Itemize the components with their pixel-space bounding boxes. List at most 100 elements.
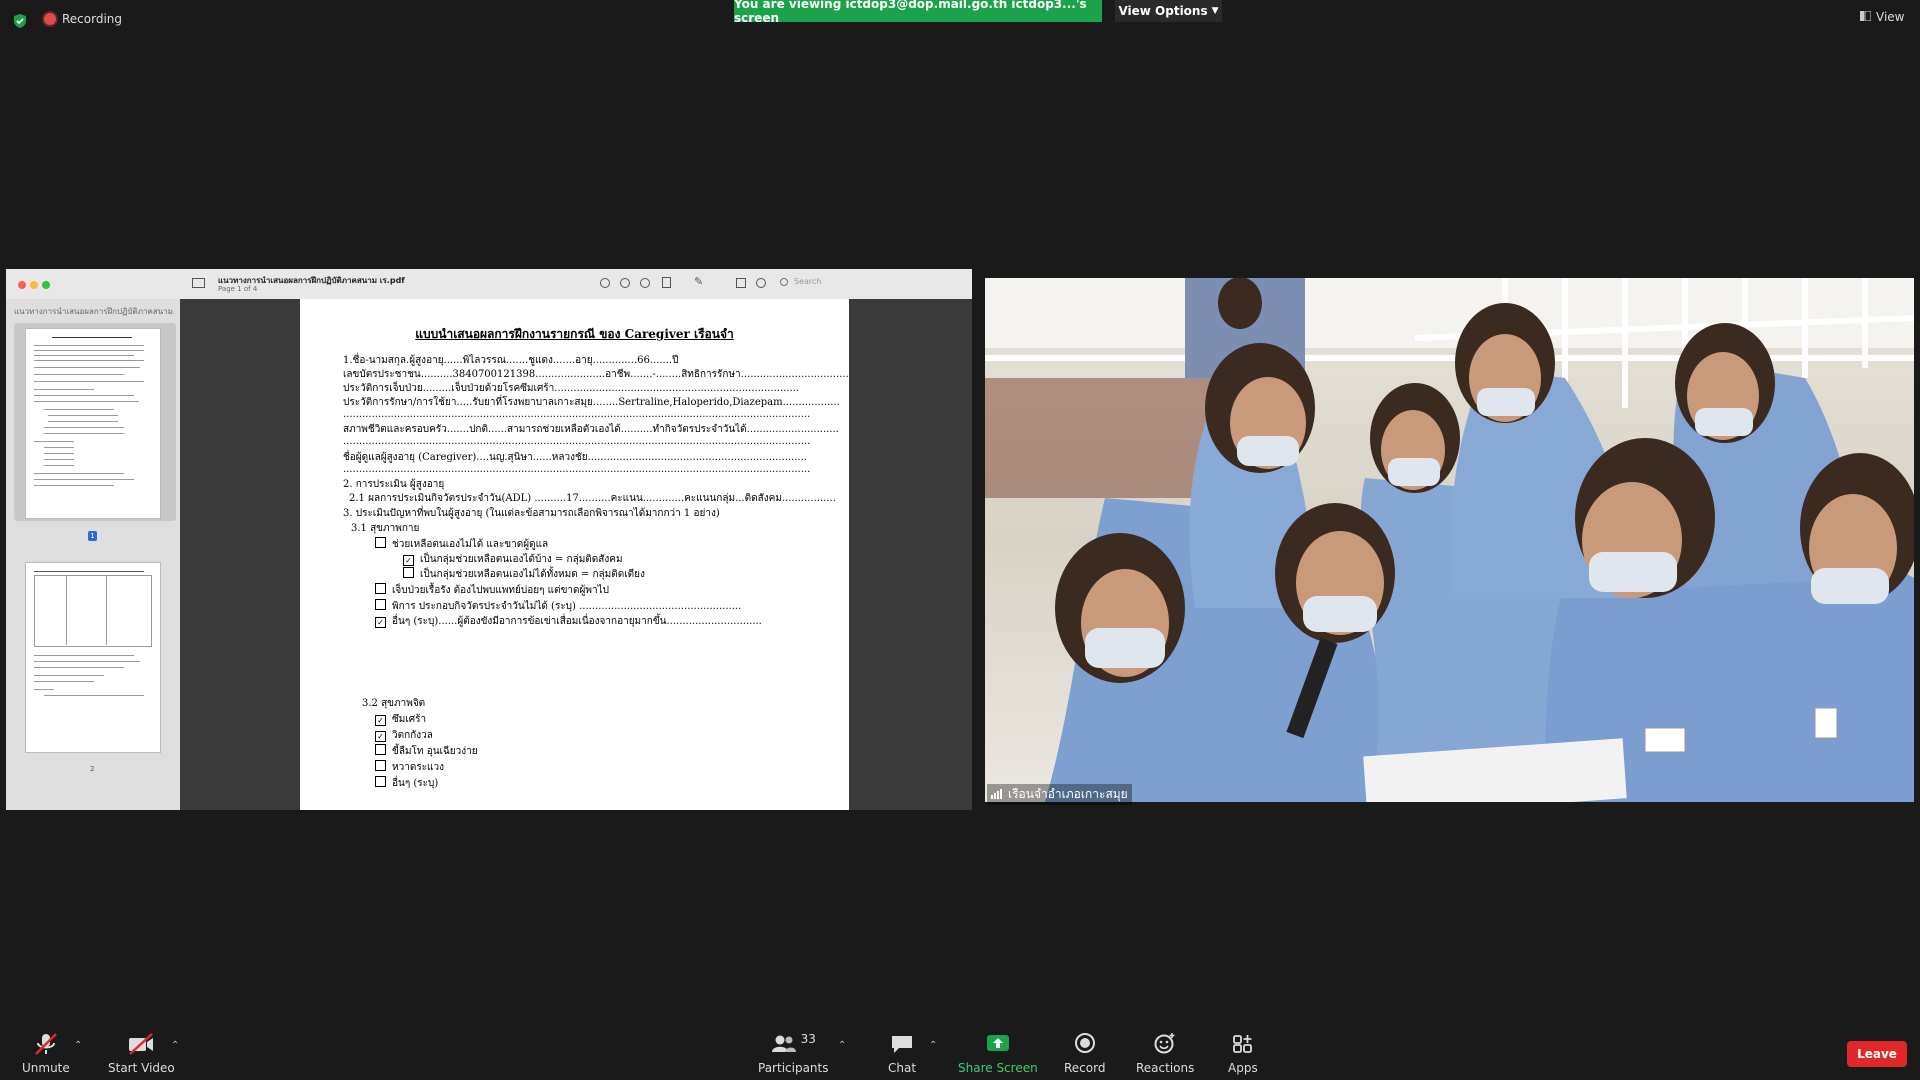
document-line: สภาพชีวิตและครอบครัว.......ปกติ......สาม… (343, 424, 839, 435)
video-frame-image (985, 278, 1914, 802)
document-line: ชื่อผู้ดูแลผู้สูงอายุ (Caregiver)....นญ.… (343, 452, 807, 463)
checklist-item: ✓ วิตกกังวล (375, 728, 433, 743)
search-icon (780, 278, 788, 286)
participant-name-label: เรือนจำอำเภอเกาะสมุย (987, 784, 1132, 805)
leave-button[interactable]: Leave (1847, 1041, 1907, 1067)
share-screen-icon (985, 1032, 1011, 1061)
checkbox-empty-icon (375, 776, 386, 787)
zoom-in-icon[interactable] (640, 278, 650, 288)
share-screen-button[interactable]: Share Screen (958, 1032, 1038, 1075)
participant-video[interactable] (985, 278, 1914, 802)
video-options-caret-icon[interactable]: ⌃ (171, 1040, 179, 1051)
view-label: View (1876, 10, 1905, 24)
pdf-document-area: แบบนำเสนอผลการฝึกงานรายกรณี ของ Caregive… (180, 299, 972, 810)
sidebar-toggle-icon[interactable] (192, 278, 205, 288)
section-mental-health: 3.2 สุขภาพจิต (362, 698, 426, 709)
thumbnail-sidebar: แนวทางการนำเสนอผลการฝึกปฏิบัติภาคสนาม...… (6, 299, 180, 810)
checklist-item: ✓ ซึมเศร้า (375, 712, 426, 727)
markup-pen-icon[interactable]: ✎ (694, 275, 703, 288)
participants-button[interactable]: 33 Participants (758, 1032, 829, 1075)
checklist-item-text: ขี้ลืมโท อุนเฉียวง่าย (392, 746, 478, 757)
checklist-item-text: อื่นๆ (ระบุ) (392, 778, 439, 789)
participants-caret-icon[interactable]: ⌃ (838, 1040, 846, 1051)
checklist-item-text: ซึมเศร้า (392, 714, 427, 725)
checkbox-checked-icon: ✓ (403, 555, 414, 566)
thumbnail-2-label: 2 (90, 765, 95, 773)
thumbnail-page-2[interactable] (25, 562, 161, 753)
checklist-item-text: อื่นๆ (ระบุ)......ผู้ต้องขังมีอาการข้อเข… (392, 616, 762, 627)
chat-caret-icon[interactable]: ⌃ (929, 1040, 937, 1051)
checklist-item-text: ช่วยเหลือตนเองไม่ได้ และขาดผู้ดูแล (392, 539, 549, 550)
apps-label: Apps (1228, 1061, 1258, 1075)
document-line: 3.1 สุขภาพกาย (351, 523, 420, 534)
apps-button[interactable]: Apps (1228, 1032, 1258, 1075)
record-label: Record (1064, 1061, 1106, 1075)
record-button[interactable]: Record (1064, 1032, 1105, 1075)
start-video-button[interactable]: Start Video (108, 1032, 175, 1075)
participant-name: เรือนจำอำเภอเกาะสมุย (1008, 787, 1128, 801)
zoom-out-icon[interactable] (620, 278, 630, 288)
document-line: 2. การประเมิน ผู้สูงอายุ (343, 479, 445, 490)
participants-count: 33 (800, 1032, 816, 1046)
checklist-item-text: เจ็บป่วยเรื้อรัง ต้องไปพบแพทย์บ่อยๆ แต่ข… (392, 585, 609, 596)
annotate-icon[interactable] (756, 278, 766, 288)
thumbnail-page-1[interactable] (25, 328, 161, 519)
video-camera-off-icon (126, 1032, 156, 1061)
security-shield-icon[interactable] (12, 13, 28, 29)
unmute-label: Unmute (22, 1061, 70, 1075)
participants-icon (771, 1032, 797, 1061)
view-grid-icon (1860, 10, 1872, 24)
thumbnail-1-label: 1 (88, 531, 97, 541)
document-line: ........................................… (343, 409, 811, 420)
smiley-plus-icon (1152, 1032, 1178, 1061)
info-icon[interactable] (600, 278, 610, 288)
view-button[interactable]: View (1860, 10, 1904, 24)
participants-label: Participants (758, 1061, 829, 1075)
chevron-down-icon: ▼ (1211, 6, 1219, 16)
participants-icon-group: 33 (771, 1032, 816, 1061)
microphone-muted-icon (32, 1032, 60, 1061)
record-icon (1072, 1032, 1098, 1061)
chat-bubble-icon (889, 1032, 915, 1061)
pdf-page: แบบนำเสนอผลการฝึกงานรายกรณี ของ Caregive… (300, 299, 849, 810)
pdf-viewer-titlebar: แนวทางการนำเสนอผลการฝึกปฏิบัติภาคสนาม เร… (6, 269, 972, 300)
share-screen-label: Share Screen (958, 1061, 1038, 1075)
viewing-banner: You are viewing ictdop3@dop.mail.go.th i… (734, 0, 1102, 25)
start-video-label: Start Video (108, 1061, 175, 1075)
checklist-item-text: พิการ ประกอบกิจวัตรประจำวันไม่ได้ (ระบุ)… (392, 601, 742, 612)
checklist-item: เจ็บป่วยเรื้อรัง ต้องไปพบแพทย์บ่อยๆ แต่ข… (375, 583, 609, 598)
view-options-button[interactable]: View Options ▼ (1115, 0, 1222, 22)
checklist-item: อื่นๆ (ระบุ) (375, 776, 438, 791)
checklist-item-text: เป็นกลุ่มช่วยเหลือตนเองไม่ได้ทั้งหมด = ก… (420, 569, 645, 580)
document-line: ประวัติการเจ็บป่วย.........เจ็บป่วยด้วยโ… (343, 383, 800, 394)
share-icon[interactable] (662, 277, 671, 288)
checklist-item: ขี้ลืมโท อุนเฉียวง่าย (375, 744, 478, 759)
audio-options-caret-icon[interactable]: ⌃ (74, 1040, 82, 1051)
recording-label: Recording (62, 12, 123, 26)
maximize-window-icon[interactable] (42, 281, 50, 289)
checklist-item: ✓ เป็นกลุ่มช่วยเหลือตนเองได้บ้าง = กลุ่มต… (403, 552, 623, 567)
checkbox-checked-icon: ✓ (375, 731, 386, 742)
minimize-window-icon[interactable] (30, 281, 38, 289)
rotate-icon[interactable] (736, 278, 746, 288)
document-title: แบบนำเสนอผลการฝึกงานรายกรณี ของ Caregive… (415, 327, 734, 341)
checklist-item-text: หวาดระแวง (392, 762, 445, 773)
document-line: ประวัติการรักษา/การใช้ยา.....รับยาที่โรง… (343, 397, 840, 408)
recording-indicator[interactable]: Recording (44, 12, 122, 26)
reactions-label: Reactions (1136, 1061, 1195, 1075)
unmute-button[interactable]: Unmute (22, 1032, 70, 1075)
document-line: 1.ชื่อ-นามสกุล.ผู้สูงอายุ......พิไลวรรณ.… (343, 355, 679, 366)
chat-button[interactable]: Chat (888, 1032, 916, 1075)
checkbox-empty-icon (375, 583, 386, 594)
signal-strength-icon (991, 788, 1003, 802)
document-line: ........................................… (343, 464, 811, 475)
checkbox-empty-icon (375, 744, 386, 755)
close-window-icon[interactable] (18, 281, 26, 289)
document-line: ........................................… (343, 436, 811, 447)
checkbox-empty-icon (375, 537, 386, 548)
reactions-button[interactable]: Reactions (1136, 1032, 1194, 1075)
checklist-item: ✓ อื่นๆ (ระบุ)......ผู้ต้องขังมีอาการข้อเ… (375, 614, 762, 629)
checkbox-empty-icon (375, 599, 386, 610)
checklist-item: ช่วยเหลือตนเองไม่ได้ และขาดผู้ดูแล (375, 537, 548, 552)
pdf-search-input[interactable]: Search (794, 277, 821, 286)
